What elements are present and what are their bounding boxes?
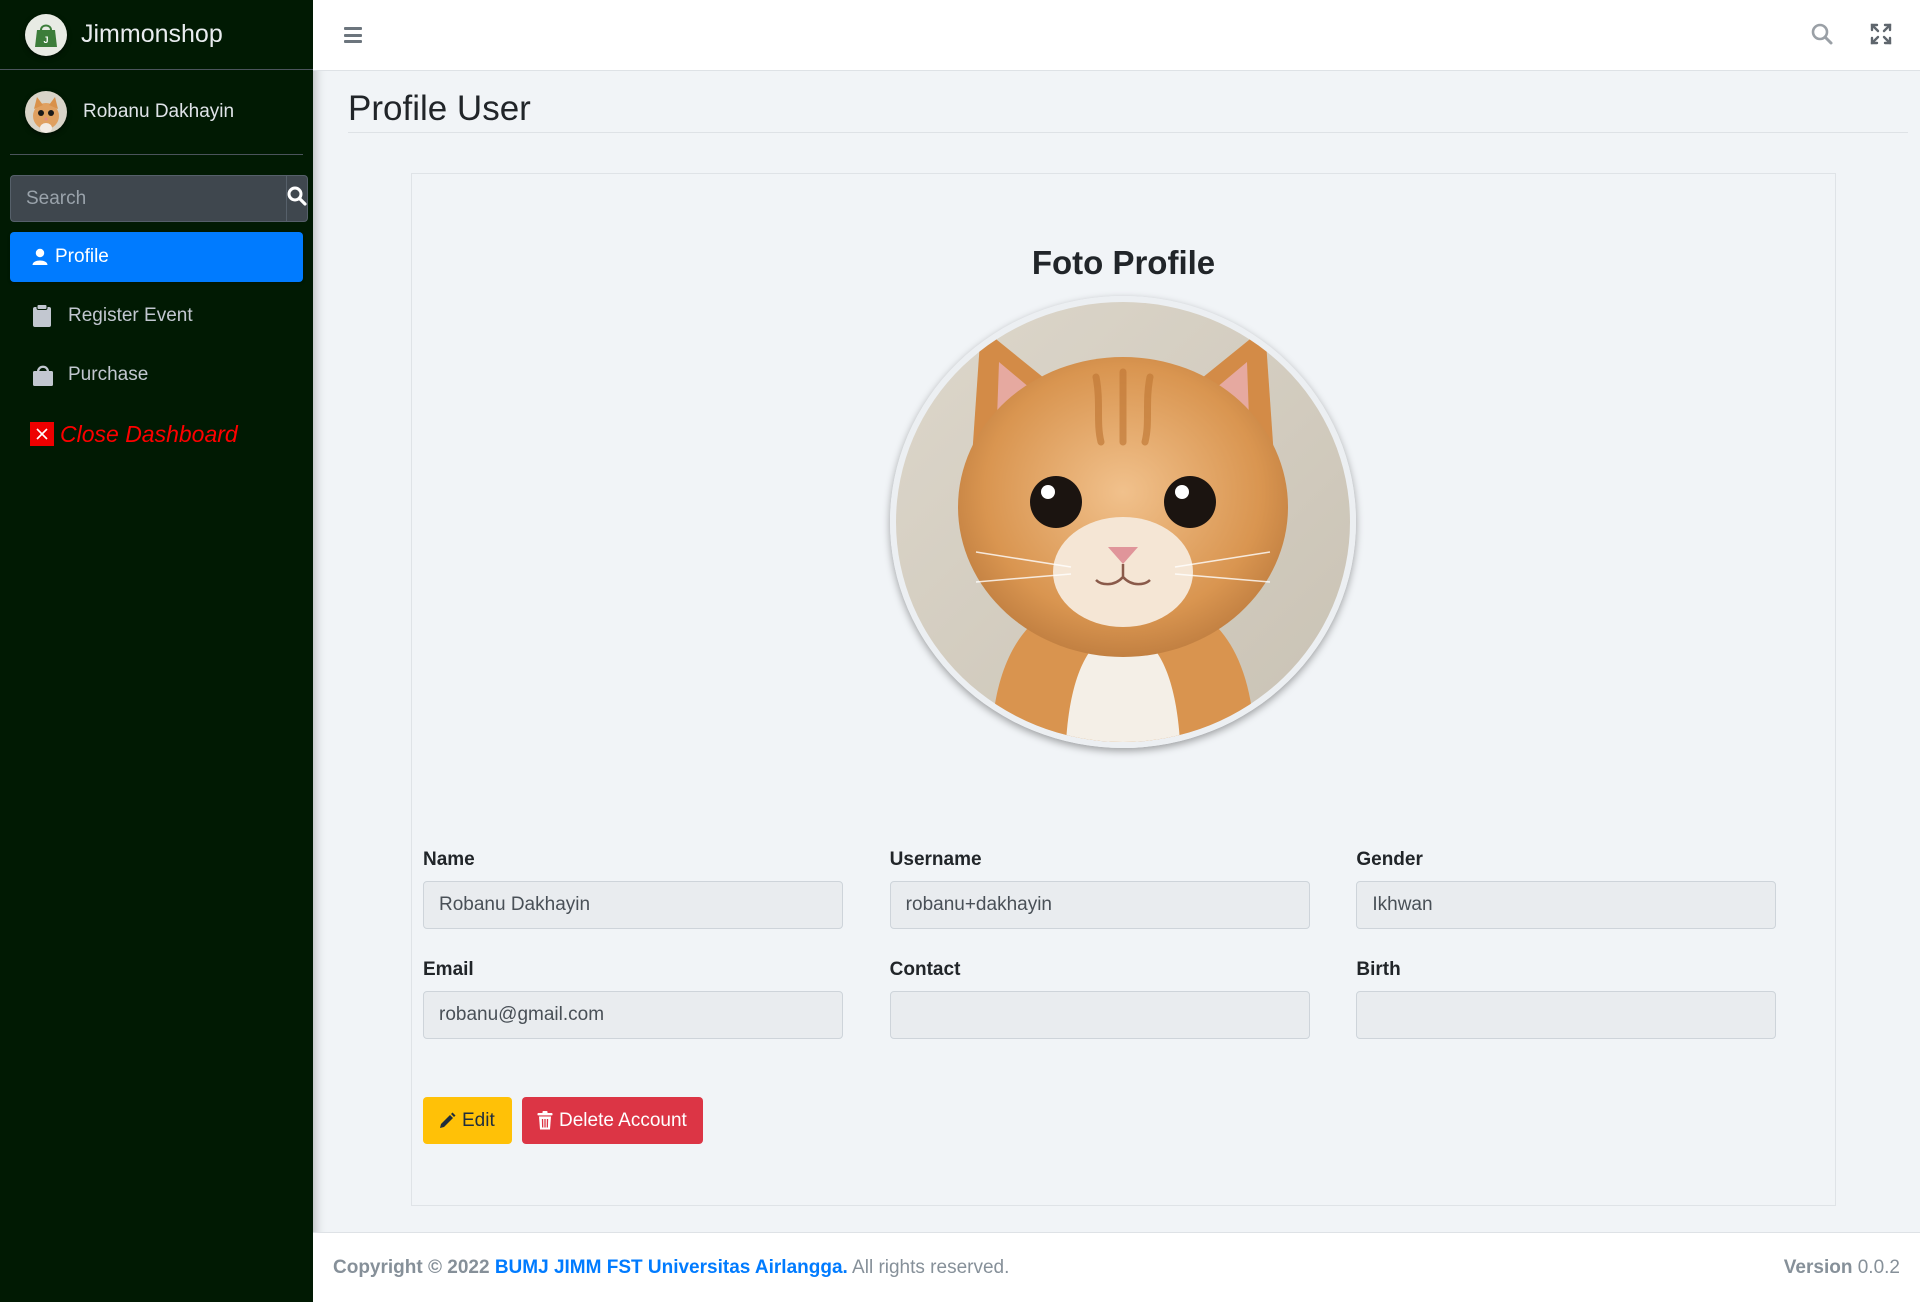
profile-card: Foto Profile Name Robanu Dakhayin Userna… — [411, 173, 1836, 1206]
sidebar-item-register-event[interactable]: Register Event — [10, 291, 303, 341]
svg-text:J: J — [43, 35, 48, 45]
page-title: Profile User — [348, 89, 531, 128]
gender-group: Gender — [1356, 839, 1823, 949]
profile-form: Name Username Gender Email Contact — [423, 839, 1823, 1059]
organization-link[interactable]: BUMJ JIMM FST Universitas Airlangga. — [495, 1257, 848, 1278]
version-label: Version — [1783, 1257, 1853, 1278]
gender-label: Gender — [1356, 849, 1423, 870]
avatar — [25, 91, 67, 133]
birth-group: Birth — [1356, 949, 1823, 1059]
birth-field[interactable] — [1356, 991, 1777, 1039]
name-field[interactable] — [423, 881, 843, 929]
search-icon — [287, 186, 307, 211]
user-name: Robanu Dakhayin — [83, 101, 235, 122]
trash-icon — [537, 1111, 553, 1130]
contact-group: Contact — [889, 949, 1357, 1059]
navbar-search-button[interactable] — [1810, 22, 1834, 51]
sidebar-item-purchase[interactable]: Purchase — [10, 350, 303, 400]
profile-photo — [890, 296, 1356, 748]
sidebar: J Jimmonshop Robanu Dakhayin Search Prof… — [0, 0, 313, 1302]
brand-name: Jimmonshop — [81, 20, 223, 48]
user-icon — [32, 248, 52, 266]
search-button[interactable] — [286, 175, 308, 222]
hamburger-icon[interactable] — [341, 23, 365, 47]
contact-field[interactable] — [889, 991, 1310, 1039]
copyright-text: Copyright © 2022 — [333, 1257, 490, 1278]
top-navbar — [313, 0, 1920, 71]
edit-button-label: Edit — [462, 1109, 495, 1131]
birth-label: Birth — [1356, 959, 1401, 980]
fullscreen-button[interactable] — [1869, 22, 1893, 51]
brand-link[interactable]: J Jimmonshop — [0, 0, 313, 70]
expand-icon — [1869, 23, 1893, 50]
email-field[interactable] — [423, 991, 843, 1039]
sidebar-item-label: Purchase — [68, 364, 149, 385]
username-group: Username — [889, 839, 1357, 949]
footer-copyright: Copyright © 2022 BUMJ JIMM FST Universit… — [333, 1257, 1009, 1279]
gender-field[interactable] — [1356, 881, 1777, 929]
edit-button[interactable]: Edit — [423, 1097, 512, 1144]
rights-text: All rights reserved. — [852, 1257, 1010, 1278]
username-field[interactable] — [889, 881, 1310, 929]
email-group: Email — [423, 949, 890, 1059]
username-label: Username — [889, 849, 982, 870]
sidebar-item-label: Register Event — [68, 305, 193, 326]
footer: Copyright © 2022 BUMJ JIMM FST Universit… — [313, 1232, 1920, 1302]
sidebar-search — [10, 175, 308, 222]
pencil-icon — [438, 1112, 456, 1130]
shopping-bag-icon — [32, 364, 60, 386]
search-icon — [1810, 23, 1834, 50]
sidebar-item-close-dashboard[interactable]: Close Dashboard — [10, 409, 303, 459]
name-label: Name — [423, 849, 475, 870]
version-value: 0.0.2 — [1857, 1257, 1900, 1278]
user-panel[interactable]: Robanu Dakhayin — [10, 70, 303, 155]
sidebar-item-label: Close Dashboard — [60, 420, 238, 447]
content-header: Profile User — [348, 71, 1908, 133]
footer-version: Version 0.0.2 — [1784, 1257, 1900, 1279]
clipboard-icon — [32, 304, 60, 328]
shop-bag-logo-icon: J — [25, 13, 67, 56]
sidebar-item-label: Profile — [55, 246, 109, 267]
action-buttons: Edit Delete Account — [423, 1097, 713, 1144]
delete-account-button[interactable]: Delete Account — [522, 1097, 703, 1144]
photo-title: Foto Profile — [1031, 244, 1216, 281]
sidebar-item-profile[interactable]: Profile — [10, 232, 303, 282]
sidebar-nav: Profile Register Event Purchase Close Da… — [10, 232, 303, 459]
email-label: Email — [423, 959, 474, 980]
name-group: Name — [423, 839, 890, 949]
close-square-icon — [30, 422, 54, 446]
contact-label: Contact — [889, 959, 961, 980]
search-input[interactable] — [10, 175, 286, 222]
delete-button-label: Delete Account — [559, 1109, 687, 1131]
